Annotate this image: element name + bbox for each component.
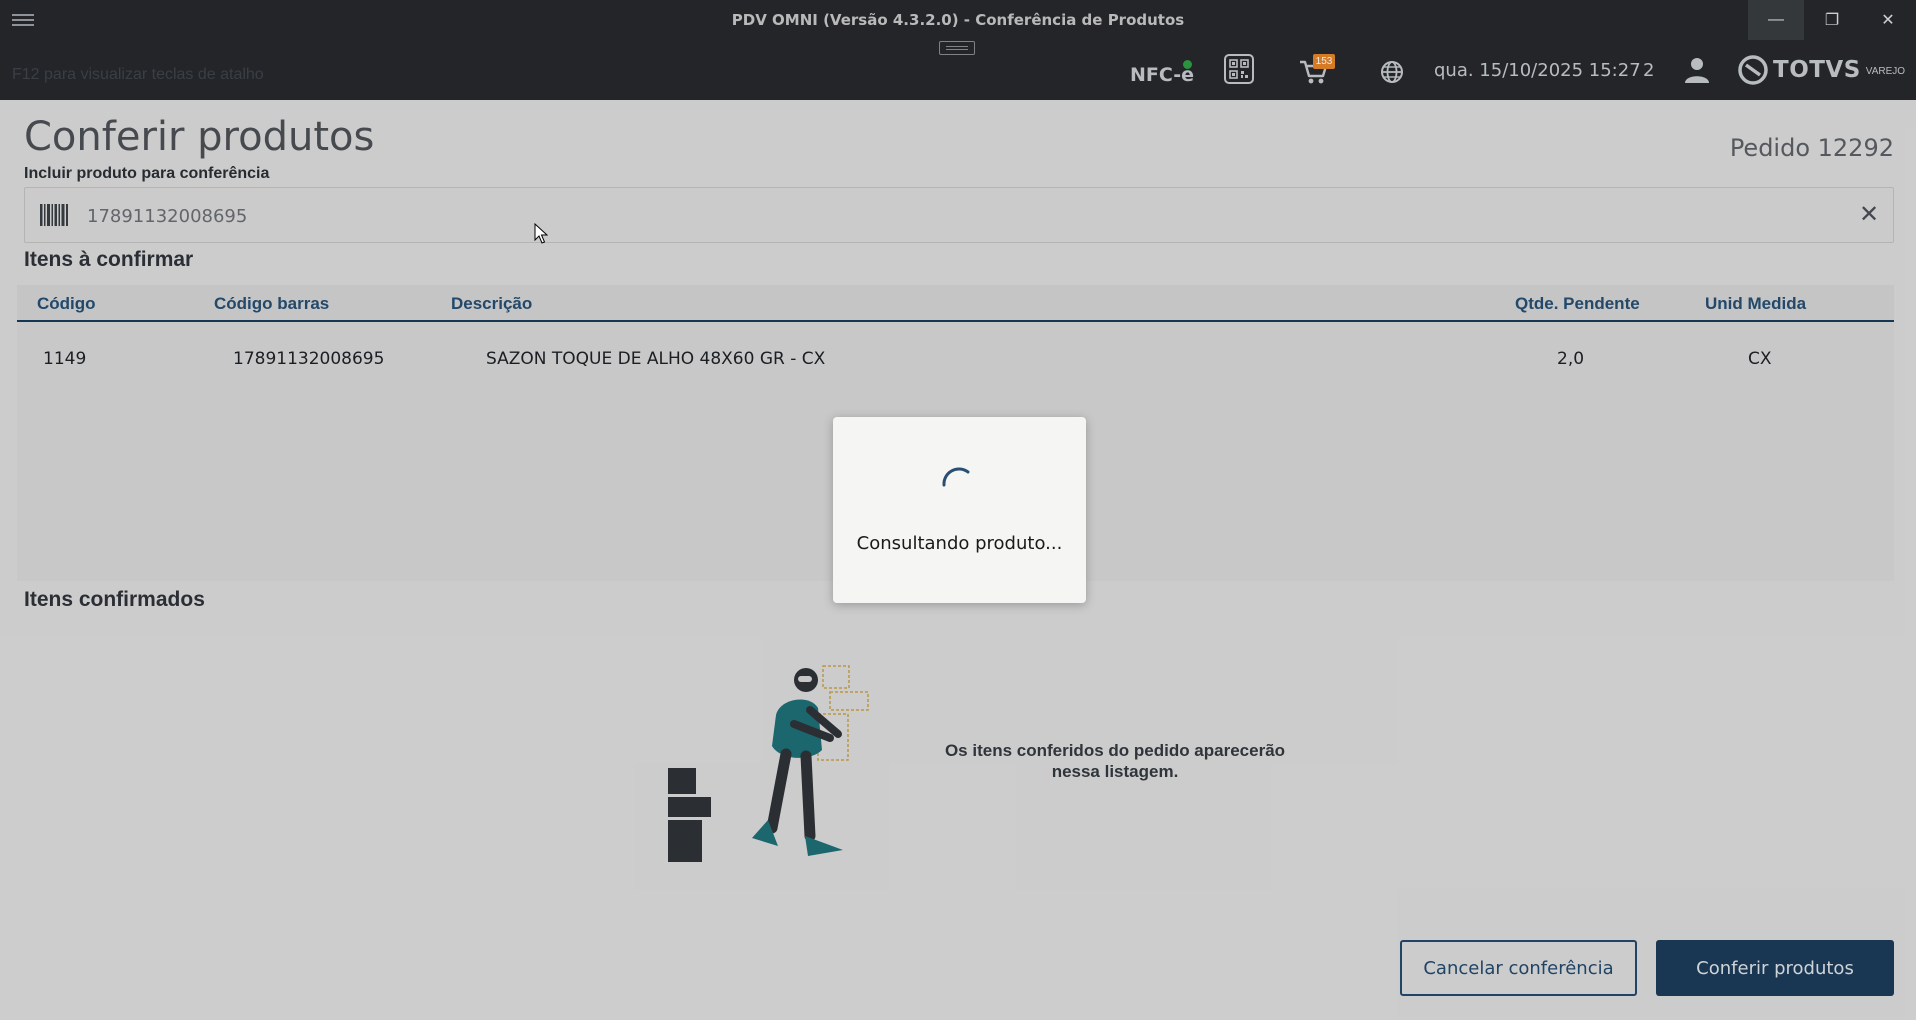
page-title: Conferir produtos bbox=[24, 114, 375, 160]
cell-barcode: 17891132008695 bbox=[233, 349, 385, 369]
close-window-button[interactable]: ✕ bbox=[1860, 0, 1916, 40]
col-pending-qty[interactable]: Qtde. Pendente bbox=[1515, 294, 1640, 314]
confirmed-items-title: Itens confirmados bbox=[24, 588, 205, 611]
cursor-icon bbox=[534, 223, 548, 244]
globe-icon[interactable] bbox=[1380, 60, 1404, 84]
col-barcode[interactable]: Código barras bbox=[214, 294, 329, 314]
brand-sub: VAREJO bbox=[1865, 65, 1906, 77]
loading-dialog: Consultando produto... bbox=[833, 417, 1086, 603]
loading-message: Consultando produto... bbox=[856, 533, 1063, 554]
product-search-input[interactable] bbox=[85, 200, 1829, 232]
datetime: qua. 15/10/2025 15:27 bbox=[1434, 60, 1641, 81]
user-count: 2 bbox=[1643, 60, 1655, 81]
col-code[interactable]: Código bbox=[37, 294, 96, 314]
empty-state-line-1: Os itens conferidos do pedido aparecerão bbox=[944, 741, 1286, 760]
header-status-bar: NFC-e 153 qua. 15/10/2025 15:27 2 TOTVS … bbox=[0, 50, 1916, 90]
check-products-button[interactable]: Conferir produtos bbox=[1656, 940, 1894, 996]
empty-state-illustration bbox=[668, 665, 869, 862]
col-description[interactable]: Descrição bbox=[451, 294, 532, 314]
restore-button[interactable]: ❐ bbox=[1804, 0, 1860, 40]
user-icon[interactable] bbox=[1684, 56, 1710, 84]
app-header: PDV OMNI (Versão 4.3.2.0) - Conferência … bbox=[0, 0, 1916, 100]
table-header: Código Código barras Descrição Qtde. Pen… bbox=[17, 285, 1894, 322]
cell-pending-qty: 2,0 bbox=[1557, 349, 1585, 369]
cart-badge: 153 bbox=[1313, 54, 1335, 69]
spinner-icon bbox=[942, 467, 970, 487]
product-search-box: ✕ bbox=[24, 187, 1894, 243]
minimize-button[interactable]: — bbox=[1748, 0, 1804, 40]
cell-description: SAZON TOQUE DE ALHO 48X60 GR - CX bbox=[486, 349, 826, 369]
brand: TOTVS VAREJO bbox=[1738, 54, 1905, 86]
table-row[interactable]: 1149 17891132008695 SAZON TOQUE DE ALHO … bbox=[17, 341, 1894, 375]
totvs-logo-icon bbox=[1738, 55, 1768, 85]
window-title: PDV OMNI (Versão 4.3.2.0) - Conferência … bbox=[731, 11, 1185, 29]
order-number: Pedido 12292 bbox=[1729, 134, 1894, 162]
close-icon[interactable]: ✕ bbox=[1855, 201, 1883, 229]
qr-code-icon[interactable] bbox=[1224, 54, 1254, 84]
cancel-check-button[interactable]: Cancelar conferência bbox=[1400, 940, 1637, 996]
pending-items-title: Itens à confirmar bbox=[24, 248, 194, 271]
nfce-status-dot bbox=[1183, 60, 1192, 69]
empty-state-message: Os itens conferidos do pedido aparecerão… bbox=[940, 740, 1290, 782]
brand-name: TOTVS bbox=[1773, 57, 1861, 83]
cell-code: 1149 bbox=[43, 349, 87, 369]
cell-unit: CX bbox=[1748, 349, 1772, 369]
include-product-label: Incluir produto para conferência bbox=[24, 165, 270, 182]
empty-state-line-2: nessa listagem. bbox=[1051, 762, 1179, 781]
col-unit[interactable]: Unid Medida bbox=[1705, 294, 1806, 314]
barcode-icon bbox=[40, 204, 68, 226]
window-controls: — ❐ ✕ bbox=[1748, 0, 1916, 40]
